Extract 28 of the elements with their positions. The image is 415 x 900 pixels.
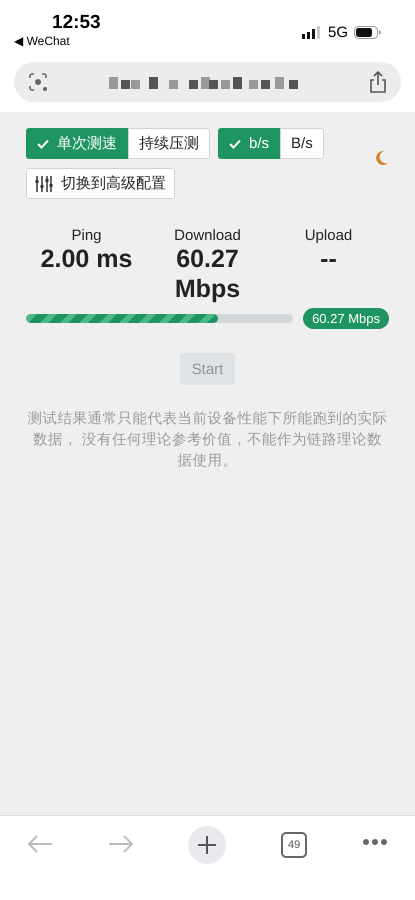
metric-value: -- <box>319 244 338 274</box>
unit-tab[interactable]: b/s <box>218 128 280 159</box>
sliders-icon <box>35 174 53 192</box>
camera-scan-icon[interactable] <box>28 72 48 92</box>
speed-badge: 60.27 Mbps <box>303 308 389 329</box>
metric-value: 2.00 ms <box>40 244 134 274</box>
back-to-app-link[interactable]: ◀ WeChat <box>14 34 101 48</box>
tab-count-button[interactable]: 49 <box>281 832 308 858</box>
metric-label: Upload <box>304 227 354 244</box>
share-icon[interactable] <box>369 71 387 93</box>
mode-tab[interactable]: 持续压测 <box>128 128 210 159</box>
metric-label: Ping <box>70 227 103 244</box>
unit-tab[interactable]: B/s <box>280 128 324 159</box>
moon-icon[interactable] <box>373 150 389 166</box>
metric-label: Download <box>173 227 242 244</box>
signal-icon <box>302 26 322 39</box>
metric-value: 60.27 Mbps <box>174 244 242 304</box>
status-time: 12:53 <box>52 12 101 34</box>
advanced-config-button[interactable]: 切换到高级配置 <box>26 168 175 199</box>
network-type: 5G <box>328 24 348 41</box>
new-tab-button[interactable] <box>188 826 226 864</box>
check-icon <box>37 138 49 148</box>
mode-tab[interactable]: 单次测速 <box>26 128 128 159</box>
disclaimer-text: 测试结果通常只能代表当前设备性能下所能跑到的实际数据， 没有任何理论参考价值，不能作为链路理论数据使用。 <box>26 410 388 471</box>
battery-icon <box>354 26 381 39</box>
plus-icon <box>197 835 218 855</box>
address-bar[interactable] <box>14 62 401 102</box>
check-icon <box>229 138 241 148</box>
